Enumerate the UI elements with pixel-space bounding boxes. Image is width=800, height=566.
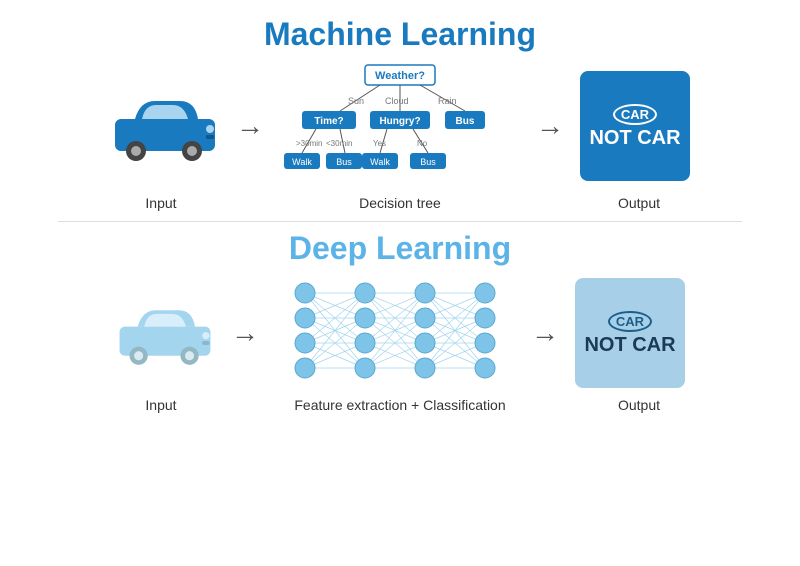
dl-labels-row: Input Feature extraction + Classificatio…: [20, 397, 780, 415]
dl-output-label: Output: [618, 397, 660, 413]
ml-output-label-wrapper: Output: [584, 195, 694, 213]
svg-text:Rain: Rain: [438, 96, 457, 106]
svg-text:Walk: Walk: [292, 157, 312, 167]
ml-section: Machine Learning: [20, 10, 780, 213]
section-divider: [58, 221, 742, 222]
svg-text:Bus: Bus: [420, 157, 436, 167]
ml-tree-label-wrapper: Decision tree: [280, 195, 520, 213]
svg-text:Time?: Time?: [314, 116, 343, 127]
dl-input-col: [115, 301, 215, 365]
svg-text:No: No: [417, 139, 428, 148]
dl-output-label-wrapper: Output: [584, 397, 694, 415]
dl-car-label: CAR: [608, 311, 652, 332]
dl-output-box: CAR NOT CAR: [575, 278, 685, 388]
dl-input-label: Input: [145, 397, 176, 413]
ml-notcar-label: NOT CAR: [589, 127, 680, 149]
svg-text:Bus: Bus: [336, 157, 352, 167]
dl-arrow-2: →: [531, 317, 559, 349]
dl-net-label: Feature extraction + Classification: [294, 397, 505, 413]
decision-tree-svg: Weather? Sun Cloud Rain Time?: [280, 61, 520, 191]
svg-text:Yes: Yes: [373, 139, 386, 148]
svg-text:Hungry?: Hungry?: [379, 116, 420, 127]
ml-row: → Weather? Sun Cloud Rain: [20, 61, 780, 191]
svg-text:Sun: Sun: [348, 96, 364, 106]
ml-labels-row: Input Decision tree Output: [20, 195, 780, 213]
dl-net-col: [275, 273, 515, 393]
dl-input-label-wrapper: Input: [106, 397, 216, 415]
dl-row: →: [20, 273, 780, 393]
dl-net-label-wrapper: Feature extraction + Classification: [280, 397, 520, 415]
ml-tree-label: Decision tree: [359, 195, 441, 211]
ml-input-label-wrapper: Input: [106, 195, 216, 213]
ml-input-col: [110, 91, 220, 161]
ml-output-label: Output: [618, 195, 660, 211]
dl-title: Deep Learning: [289, 230, 511, 267]
svg-text:Walk: Walk: [370, 157, 390, 167]
svg-text:<30min: <30min: [326, 139, 352, 148]
svg-text:Cloud: Cloud: [385, 96, 409, 106]
ml-output-box: CAR NOT CAR: [580, 71, 690, 181]
dl-output-col: CAR NOT CAR: [575, 278, 685, 388]
ml-input-label: Input: [145, 195, 176, 211]
page-container: Machine Learning: [0, 0, 800, 566]
dl-section: Deep Learning →: [20, 230, 780, 415]
ml-output-col: CAR NOT CAR: [580, 71, 690, 181]
dl-notcar-label: NOT CAR: [584, 334, 675, 356]
ml-title: Machine Learning: [264, 16, 536, 53]
dl-car-icon: [115, 301, 215, 365]
neural-net-svg: [275, 273, 515, 393]
ml-arrow-1: →: [236, 110, 264, 142]
svg-text:Bus: Bus: [456, 116, 475, 127]
dl-arrow-1: →: [231, 317, 259, 349]
svg-text:Weather?: Weather?: [375, 70, 425, 82]
ml-car-label: CAR: [613, 104, 657, 125]
svg-text:>30min: >30min: [296, 139, 322, 148]
ml-arrow-2: →: [536, 110, 564, 142]
ml-car-icon: [110, 91, 220, 161]
ml-tree-col: Weather? Sun Cloud Rain Time?: [280, 61, 520, 191]
